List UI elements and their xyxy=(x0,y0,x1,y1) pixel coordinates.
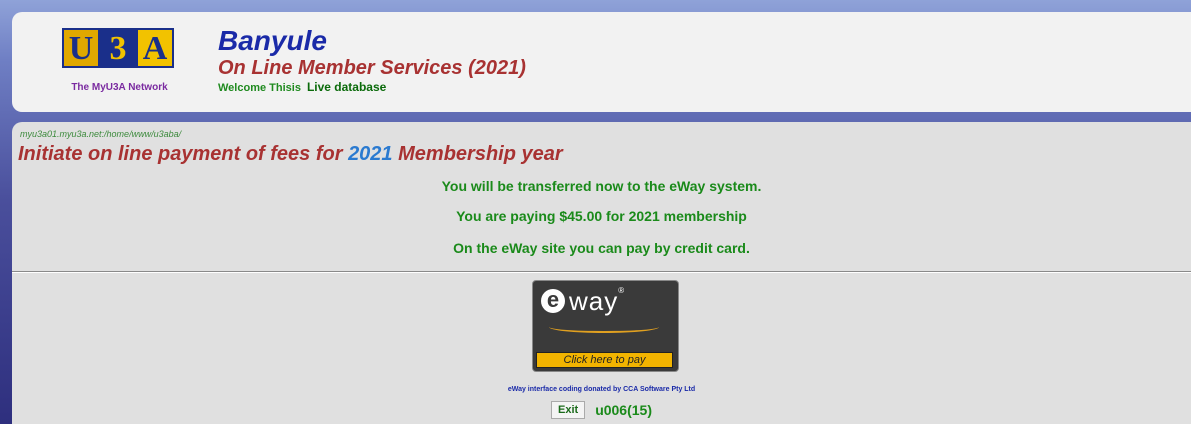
org-name: Banyule xyxy=(218,25,327,56)
welcome-text: Welcome Thisis xyxy=(218,82,301,94)
heading-prefix: Initiate on line payment of fees for xyxy=(18,143,343,165)
eway-swoosh-icon xyxy=(549,321,659,333)
heading-year: 2021 xyxy=(348,143,393,165)
heading-suffix: Membership year xyxy=(398,143,563,165)
server-path: myu3a01.myu3a.net:/home/www/u3aba/ xyxy=(20,129,182,139)
page-title: Initiate on line payment of fees for 202… xyxy=(18,143,563,166)
eway-e-icon: e xyxy=(541,289,565,313)
click-to-pay-label: Click here to pay xyxy=(536,352,673,368)
u3a-logo: U 3 A The MyU3A Network xyxy=(52,28,187,108)
transfer-message: You will be transferred now to the eWay … xyxy=(441,178,762,194)
logo-network-label: The MyU3A Network xyxy=(71,82,168,93)
site-header: U 3 A The MyU3A Network Banyule On Line … xyxy=(12,12,1191,112)
logo-letter-a: A xyxy=(136,28,174,68)
user-code: u006(15) xyxy=(595,402,652,418)
page-frame: U 3 A The MyU3A Network Banyule On Line … xyxy=(0,0,1191,424)
logo-letter-u: U xyxy=(62,28,100,68)
credit-card-message: On the eWay site you can pay by credit c… xyxy=(453,240,750,256)
divider xyxy=(12,271,1191,273)
welcome-line: Welcome Thisis Live database xyxy=(218,80,386,94)
exit-button[interactable]: Exit xyxy=(551,401,586,419)
donation-credit: eWay interface coding donated by CCA Sof… xyxy=(507,386,696,393)
payment-amount-message: You are paying $45.00 for 2021 membershi… xyxy=(456,208,747,224)
exit-row: Exit u006(15) xyxy=(12,401,1191,419)
registered-mark: ® xyxy=(618,286,626,295)
logo-letter-3: 3 xyxy=(99,28,137,68)
eway-way-text: way xyxy=(569,286,619,316)
database-status: Live database xyxy=(306,80,387,94)
eway-pay-button[interactable]: e way® Click here to pay xyxy=(532,280,679,372)
eway-wordmark: way® xyxy=(569,286,625,317)
service-title: On Line Member Services (2021) xyxy=(218,57,526,79)
main-panel: myu3a01.myu3a.net:/home/www/u3aba/ Initi… xyxy=(12,122,1191,424)
